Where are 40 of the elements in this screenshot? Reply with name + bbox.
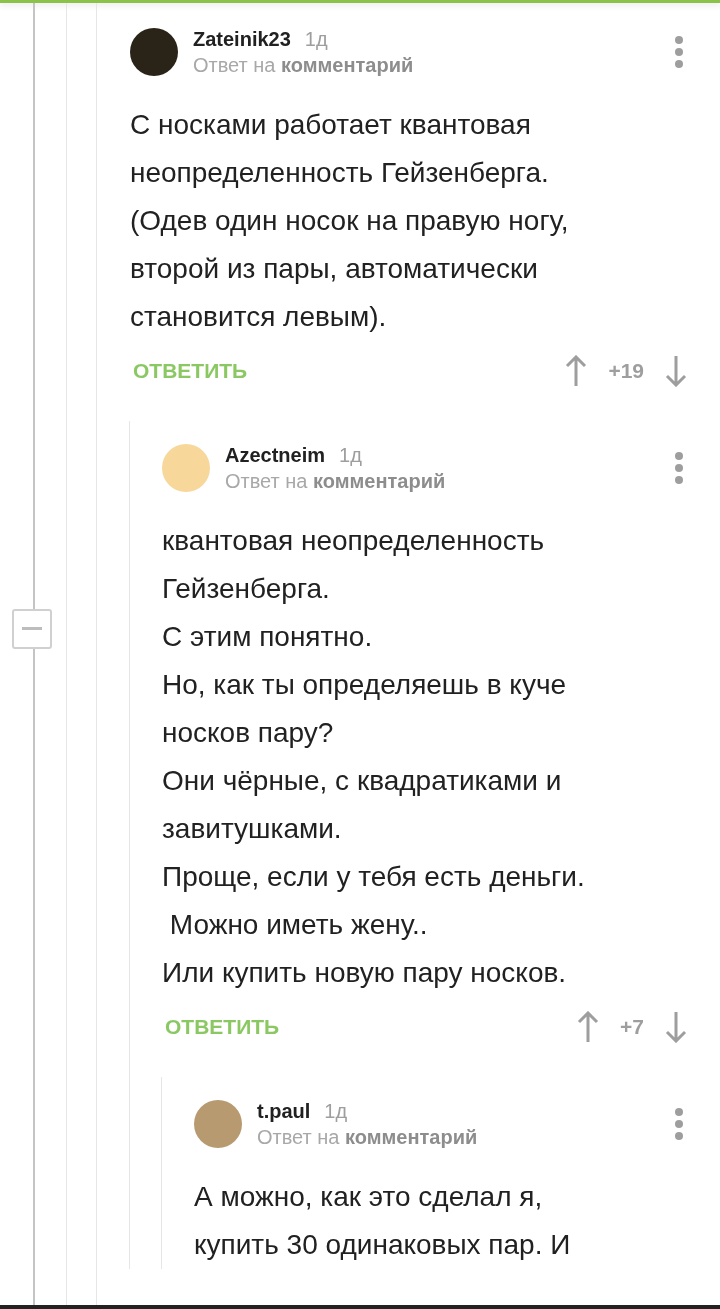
comment-text: квантовая неопределенность xyxy=(162,524,546,558)
avatar[interactable] xyxy=(130,28,178,76)
downvote-arrow-icon[interactable] xyxy=(664,355,688,387)
comment-text: становится левым). xyxy=(130,300,388,334)
author-name[interactable]: t.paul xyxy=(257,1099,311,1123)
comment-text: Они чёрные, с квадратиками и xyxy=(162,764,563,798)
comment-time: 1д xyxy=(304,27,328,51)
reply-to-link[interactable]: Ответ на комментарий xyxy=(225,469,659,493)
reply-button[interactable]: ОТВЕТИТЬ xyxy=(162,1015,280,1039)
reply-button[interactable]: ОТВЕТИТЬ xyxy=(130,359,248,383)
comment-text: Проще, если у тебя есть деньги. xyxy=(162,860,586,894)
reply-to-link[interactable]: Ответ на комментарий xyxy=(257,1125,659,1149)
collapse-button[interactable] xyxy=(12,609,52,649)
comment-text: неопределенность Гейзенберга. xyxy=(130,156,550,190)
comment-text: носков пару? xyxy=(162,716,335,750)
comment-time: 1д xyxy=(324,1099,348,1123)
comment-text: Гейзенберга. xyxy=(162,572,331,606)
comment-text: Можно иметь жену.. xyxy=(168,908,429,942)
more-options-icon[interactable] xyxy=(674,1107,684,1141)
downvote-arrow-icon[interactable] xyxy=(664,1011,688,1043)
comment-text: (Одев один носок на правую ногу, xyxy=(130,204,570,238)
comment-text: второй из пары, автоматически xyxy=(130,252,539,286)
author-name[interactable]: Azectneim xyxy=(225,443,326,467)
rating-score: +19 xyxy=(608,359,644,383)
upvote-arrow-icon[interactable] xyxy=(576,1011,601,1043)
comment-text: Или купить новую пару носков. xyxy=(162,956,568,990)
comment-text: А можно, как это сделал я, xyxy=(194,1180,544,1214)
reply-to-link[interactable]: Ответ на комментарий xyxy=(193,53,659,77)
more-options-icon[interactable] xyxy=(674,35,684,69)
upvote-arrow-icon[interactable] xyxy=(564,355,589,387)
comment-text: купить 30 одинаковых пар. И xyxy=(194,1228,572,1262)
author-name[interactable]: Zateinik23 xyxy=(193,27,291,51)
comment-text: С этим понятно. xyxy=(162,620,374,654)
comment-time: 1д xyxy=(339,443,362,467)
rating-score: +7 xyxy=(620,1015,644,1039)
more-options-icon[interactable] xyxy=(674,451,684,485)
comment-text: Но, как ты определяешь в куче xyxy=(162,668,568,702)
comment-text: С носками работает квантовая xyxy=(130,108,532,142)
comment-text: завитушками. xyxy=(162,812,343,846)
minus-icon xyxy=(22,627,42,631)
